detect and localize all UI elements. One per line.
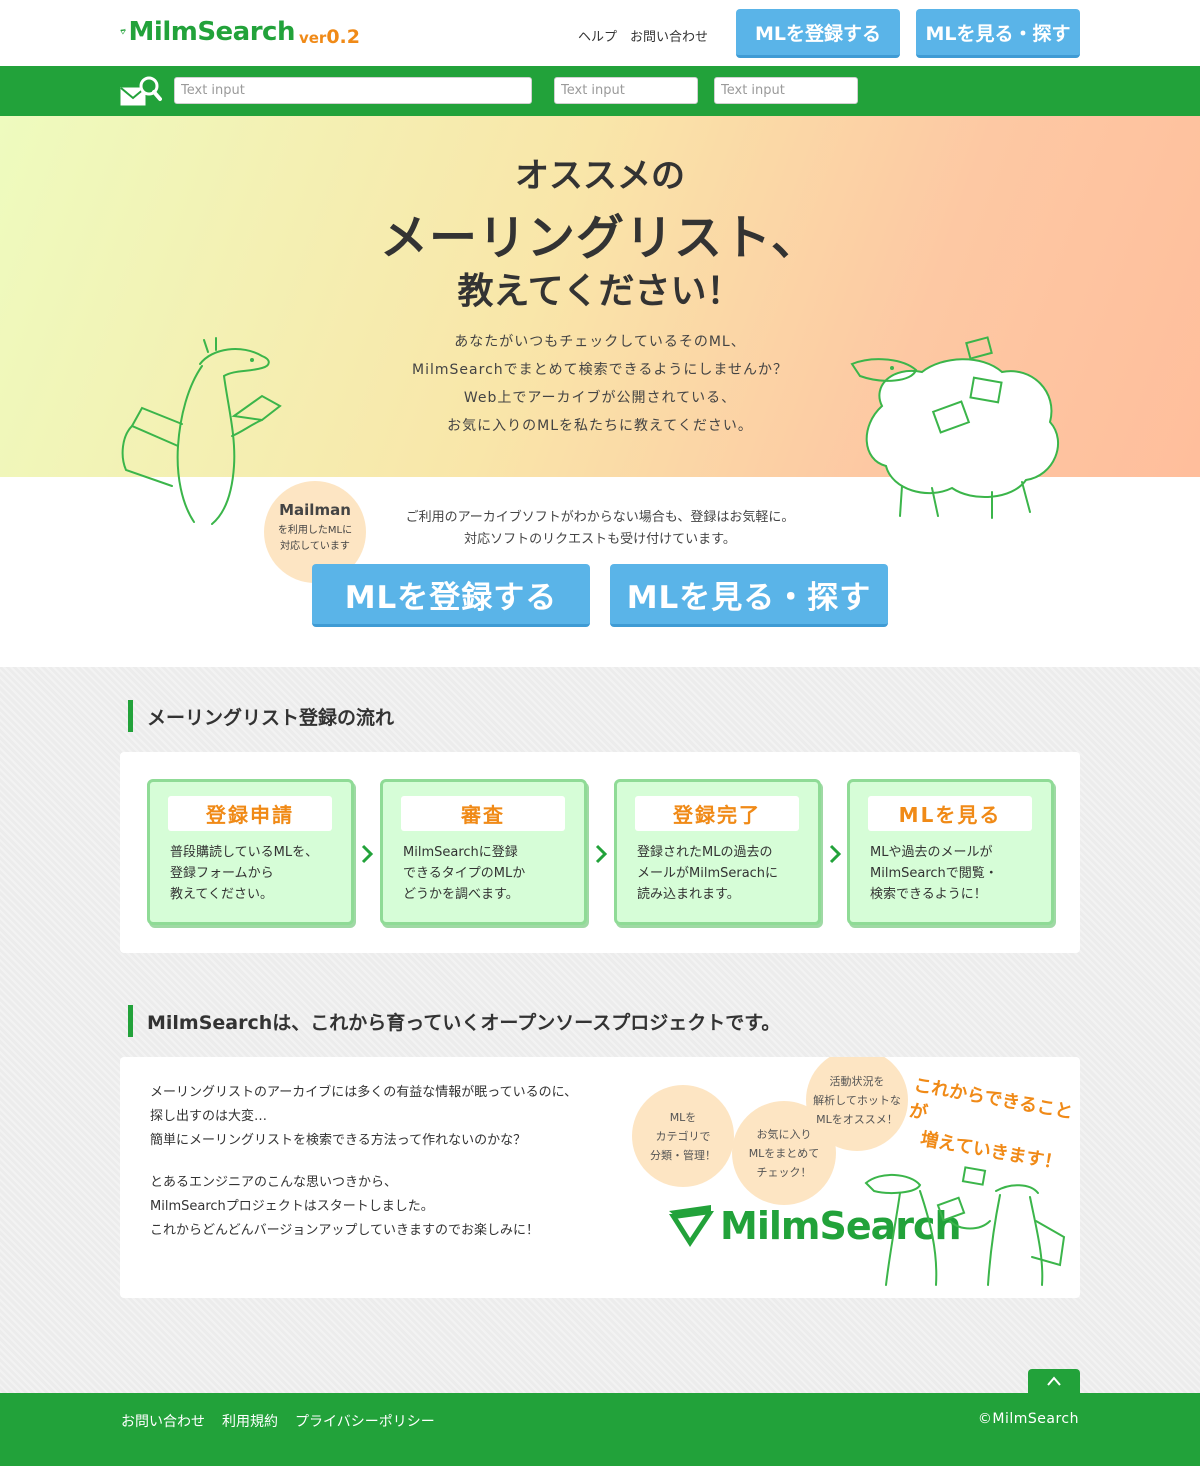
flow-step-body: 登録されたMLの過去の メールがMilmSerachに 読み込まれます。 [637,845,779,902]
footer-privacy-link[interactable]: プライバシーポリシー [295,1411,435,1431]
flow-step-title: MLを見る [868,796,1032,831]
flow-step: 登録申請 普段購読しているMLを、 登録フォームから 教えてください。 [147,779,354,925]
mail-search-icon [120,76,162,106]
flow-step-title: 審査 [401,796,565,831]
logo-mark-icon [669,1205,714,1247]
copyright-text: ©MilmSearch [977,1411,1079,1427]
search-input-third[interactable] [714,77,858,104]
hero-heading-line2: メーリングリスト、 [379,210,821,266]
logo-version: ver0.2 [298,26,360,48]
chevron-up-icon [1047,1376,1061,1386]
flow-step: 審査 MilmSearchに登録 できるタイプのMLか どうかを調べます。 [380,779,587,925]
site-header: MilmSearch ver0.2 ヘルプ お問い合わせ MLを登録する MLを… [0,0,1200,66]
mascot-group-illustration [864,1166,1066,1286]
help-link[interactable]: ヘルプ [578,26,617,45]
flow-card: 登録申請 普段購読しているMLを、 登録フォームから 教えてください。 審査 Mil… [120,752,1080,953]
hero-heading-line1: オススメの [515,156,685,196]
flow-step-title: 登録完了 [635,796,799,831]
chevron-right-icon [595,844,608,864]
flow-step-title: 登録申請 [168,796,332,831]
feature-bubble: MLを カテゴリで 分類・管理！ [632,1085,734,1187]
search-input-keyword[interactable] [174,77,532,104]
chevron-right-icon [829,844,842,864]
chevron-right-icon [361,844,374,864]
page-top-button[interactable] [1028,1369,1080,1393]
header-browse-button[interactable]: MLを見る・探す [916,9,1080,58]
flow-step-body: MLや過去のメールが MilmSearchで閲覧・ 検索できるように！ [870,845,998,902]
flow-step: MLを見る MLや過去のメールが MilmSearchで閲覧・ 検索できるように！ [847,779,1054,925]
search-input-second[interactable] [554,77,698,104]
feature-bubble: 活動状況を 解析してホットな MLをオススメ！ [806,1057,908,1151]
footer-terms-link[interactable]: 利用規約 [222,1411,278,1431]
contact-link[interactable]: お問い合わせ [630,26,708,45]
register-note-line: 対応ソフトのリクエストも受け付けています。 [464,532,736,547]
register-note-line: ご利用のアーカイブソフトがわからない場合も、登録はお気軽に。 [405,510,795,525]
footer-contact-link[interactable]: お問い合わせ [121,1411,205,1431]
oss-section-title: MilmSearchは、これから育っていくオープンソースプロジェクトです。 [128,1005,780,1037]
flow-step-body: MilmSearchに登録 できるタイプのMLか どうかを調べます。 [403,845,526,902]
oss-paragraph: とあるエンジニアのこんな思いつきから、 MilmSearchプロジェクトはスター… [150,1175,539,1238]
hero-heading-line3: 教えてください！ [457,271,743,312]
logo-mark-icon [120,28,126,35]
search-bar [0,66,1200,116]
site-footer: お問い合わせ 利用規約 プライバシーポリシー ©MilmSearch [0,1393,1200,1466]
site-logo[interactable]: MilmSearch ver0.2 [120,10,360,54]
logo-text: MilmSearch [128,17,296,47]
flow-section-title: メーリングリスト登録の流れ [128,700,394,732]
oss-paragraph: メーリングリストのアーカイブには多くの有益な情報が眠っているのに、 探し出すのは… [150,1085,578,1148]
cta-browse-button[interactable]: MLを見る・探す [610,564,888,627]
mascot-carrier-illustration [121,337,282,525]
flow-step: 登録完了 登録されたMLの過去の メールがMilmSerachに 読み込まれます。 [614,779,821,925]
oss-card: メーリングリストのアーカイブには多くの有益な情報が眠っているのに、 探し出すのは… [120,1057,1080,1298]
header-register-button[interactable]: MLを登録する [736,9,900,58]
flow-step-body: 普段購読しているMLを、 登録フォームから 教えてください。 [170,845,319,902]
cta-register-button[interactable]: MLを登録する [312,564,590,627]
mascot-sheep-illustration [850,336,1060,519]
